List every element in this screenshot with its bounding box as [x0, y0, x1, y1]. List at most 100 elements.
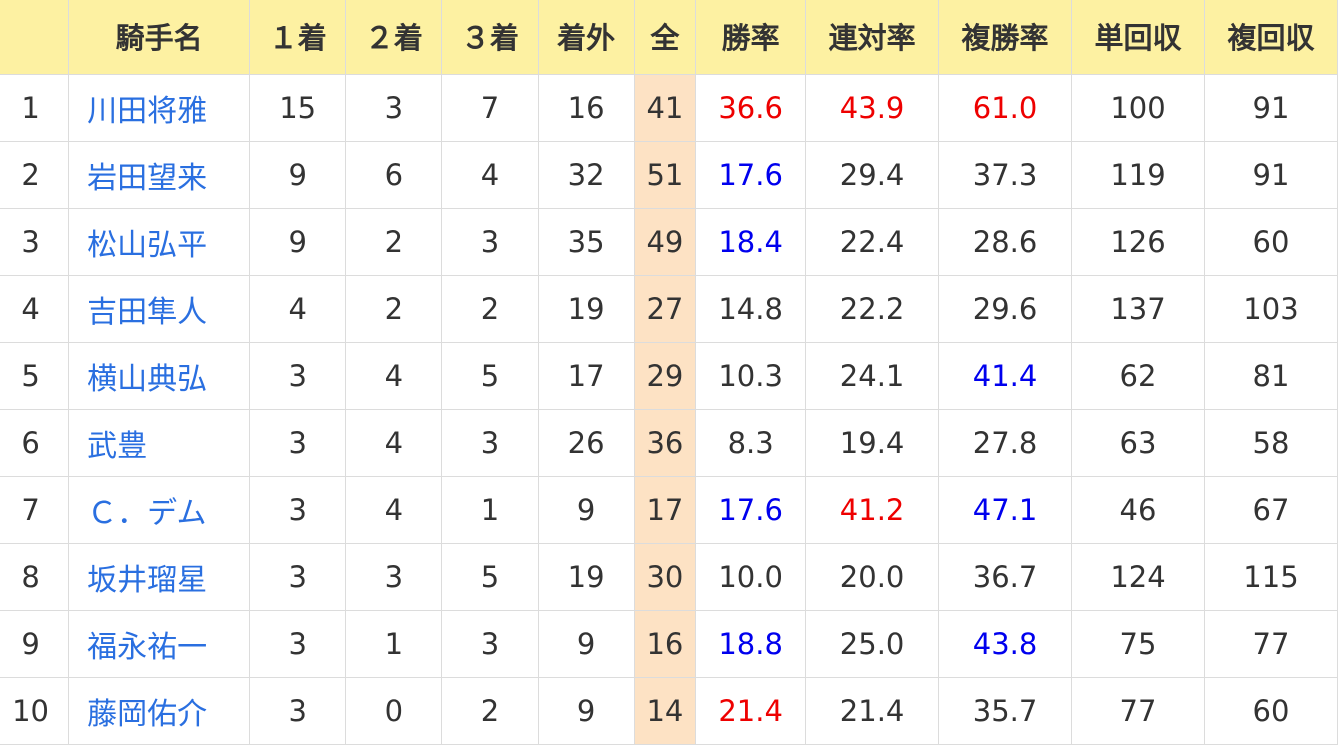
jockey-link[interactable]: 坂井瑠星: [87, 563, 207, 598]
jockey-link[interactable]: 川田将雅: [87, 94, 207, 129]
jockey-link[interactable]: 松山弘平: [87, 228, 207, 263]
out-count-cell: 19: [537, 543, 635, 611]
table-row: 9 福永祐一 3 1 3 9 16 18.8 25.0 43.8 75 77: [0, 610, 1338, 678]
show-rate-cell: 61.0: [938, 74, 1073, 142]
total-count-cell: 36: [633, 409, 697, 477]
header-first[interactable]: １着: [249, 0, 347, 75]
win-rate-cell: 18.4: [695, 208, 807, 276]
jockey-name-cell: Ｃ．デム: [68, 476, 251, 544]
table-row: 5 横山典弘 3 4 5 17 29 10.3 24.1 41.4 62 81: [0, 342, 1338, 410]
header-quinella-rate[interactable]: 連対率: [805, 0, 940, 75]
show-rate-cell: 35.7: [938, 677, 1073, 745]
quinella-rate-cell: 21.4: [805, 677, 940, 745]
rank-cell: 5: [0, 342, 70, 410]
out-count-cell: 26: [537, 409, 635, 477]
rank-cell: 6: [0, 409, 70, 477]
rank-cell: 8: [0, 543, 70, 611]
third-count-cell: 2: [441, 677, 539, 745]
show-return-cell: 60: [1203, 208, 1338, 276]
win-rate-cell: 10.3: [695, 342, 807, 410]
second-count-cell: 1: [345, 610, 443, 678]
jockey-link[interactable]: 吉田隼人: [87, 295, 207, 330]
out-count-cell: 9: [537, 610, 635, 678]
second-count-cell: 4: [345, 409, 443, 477]
show-return-cell: 60: [1203, 677, 1338, 745]
jockey-link[interactable]: 藤岡佑介: [87, 697, 207, 732]
quinella-rate-cell: 25.0: [805, 610, 940, 678]
show-rate-cell: 41.4: [938, 342, 1073, 410]
second-count-cell: 6: [345, 141, 443, 209]
win-return-cell: 46: [1071, 476, 1205, 544]
total-count-cell: 17: [633, 476, 697, 544]
header-total[interactable]: 全: [633, 0, 697, 75]
second-count-cell: 2: [345, 208, 443, 276]
show-rate-cell: 28.6: [938, 208, 1073, 276]
win-rate-cell: 17.6: [695, 141, 807, 209]
header-win-return[interactable]: 単回収: [1071, 0, 1205, 75]
third-count-cell: 3: [441, 208, 539, 276]
win-return-cell: 63: [1071, 409, 1205, 477]
show-return-cell: 77: [1203, 610, 1338, 678]
header-win-rate[interactable]: 勝率: [695, 0, 807, 75]
jockey-name-cell: 藤岡佑介: [68, 677, 251, 745]
out-count-cell: 9: [537, 476, 635, 544]
second-count-cell: 2: [345, 275, 443, 343]
header-third[interactable]: ３着: [441, 0, 539, 75]
jockey-link[interactable]: Ｃ．デム: [87, 496, 206, 531]
table-row: 4 吉田隼人 4 2 2 19 27 14.8 22.2 29.6 137 103: [0, 275, 1338, 343]
jockey-link[interactable]: 福永祐一: [87, 630, 207, 665]
first-count-cell: 3: [249, 476, 347, 544]
table-row: 7 Ｃ．デム 3 4 1 9 17 17.6 41.2 47.1 46 67: [0, 476, 1338, 544]
total-count-cell: 14: [633, 677, 697, 745]
header-second[interactable]: ２着: [345, 0, 443, 75]
second-count-cell: 4: [345, 476, 443, 544]
third-count-cell: 3: [441, 409, 539, 477]
quinella-rate-cell: 24.1: [805, 342, 940, 410]
rank-cell: 7: [0, 476, 70, 544]
total-count-cell: 30: [633, 543, 697, 611]
first-count-cell: 3: [249, 409, 347, 477]
first-count-cell: 3: [249, 677, 347, 745]
show-return-cell: 67: [1203, 476, 1338, 544]
jockey-link[interactable]: 横山典弘: [87, 362, 207, 397]
rank-cell: 3: [0, 208, 70, 276]
table-body: 1 川田将雅 15 3 7 16 41 36.6 43.9 61.0 100 91 2 岩田望来 9 6 4 32…: [0, 74, 1338, 745]
rank-cell: 9: [0, 610, 70, 678]
win-return-cell: 137: [1071, 275, 1205, 343]
table-row: 3 松山弘平 9 2 3 35 49 18.4 22.4 28.6 126 60: [0, 208, 1338, 276]
win-return-cell: 75: [1071, 610, 1205, 678]
total-count-cell: 16: [633, 610, 697, 678]
show-rate-cell: 47.1: [938, 476, 1073, 544]
first-count-cell: 9: [249, 208, 347, 276]
jockey-link[interactable]: 武豊: [87, 429, 147, 464]
quinella-rate-cell: 29.4: [805, 141, 940, 209]
third-count-cell: 5: [441, 543, 539, 611]
quinella-rate-cell: 22.4: [805, 208, 940, 276]
jockey-name-cell: 吉田隼人: [68, 275, 251, 343]
jockey-name-cell: 川田将雅: [68, 74, 251, 142]
out-count-cell: 35: [537, 208, 635, 276]
total-count-cell: 49: [633, 208, 697, 276]
header-show-return[interactable]: 複回収: [1203, 0, 1338, 75]
jockey-name-cell: 横山典弘: [68, 342, 251, 410]
third-count-cell: 7: [441, 74, 539, 142]
quinella-rate-cell: 43.9: [805, 74, 940, 142]
table-row: 1 川田将雅 15 3 7 16 41 36.6 43.9 61.0 100 91: [0, 74, 1338, 142]
win-rate-cell: 14.8: [695, 275, 807, 343]
header-show-rate[interactable]: 複勝率: [938, 0, 1073, 75]
third-count-cell: 4: [441, 141, 539, 209]
table-row: 2 岩田望来 9 6 4 32 51 17.6 29.4 37.3 119 91: [0, 141, 1338, 209]
jockey-name-cell: 坂井瑠星: [68, 543, 251, 611]
show-return-cell: 58: [1203, 409, 1338, 477]
quinella-rate-cell: 41.2: [805, 476, 940, 544]
header-out[interactable]: 着外: [537, 0, 635, 75]
win-rate-cell: 10.0: [695, 543, 807, 611]
jockey-link[interactable]: 岩田望来: [87, 161, 207, 196]
header-row: 騎手名 １着 ２着 ３着 着外 全 勝率 連対率 複勝率 単回収 複回収: [0, 0, 1338, 75]
header-jockey-name[interactable]: 騎手名: [68, 0, 251, 75]
total-count-cell: 29: [633, 342, 697, 410]
header-rank: [0, 0, 70, 75]
out-count-cell: 19: [537, 275, 635, 343]
first-count-cell: 3: [249, 610, 347, 678]
out-count-cell: 17: [537, 342, 635, 410]
